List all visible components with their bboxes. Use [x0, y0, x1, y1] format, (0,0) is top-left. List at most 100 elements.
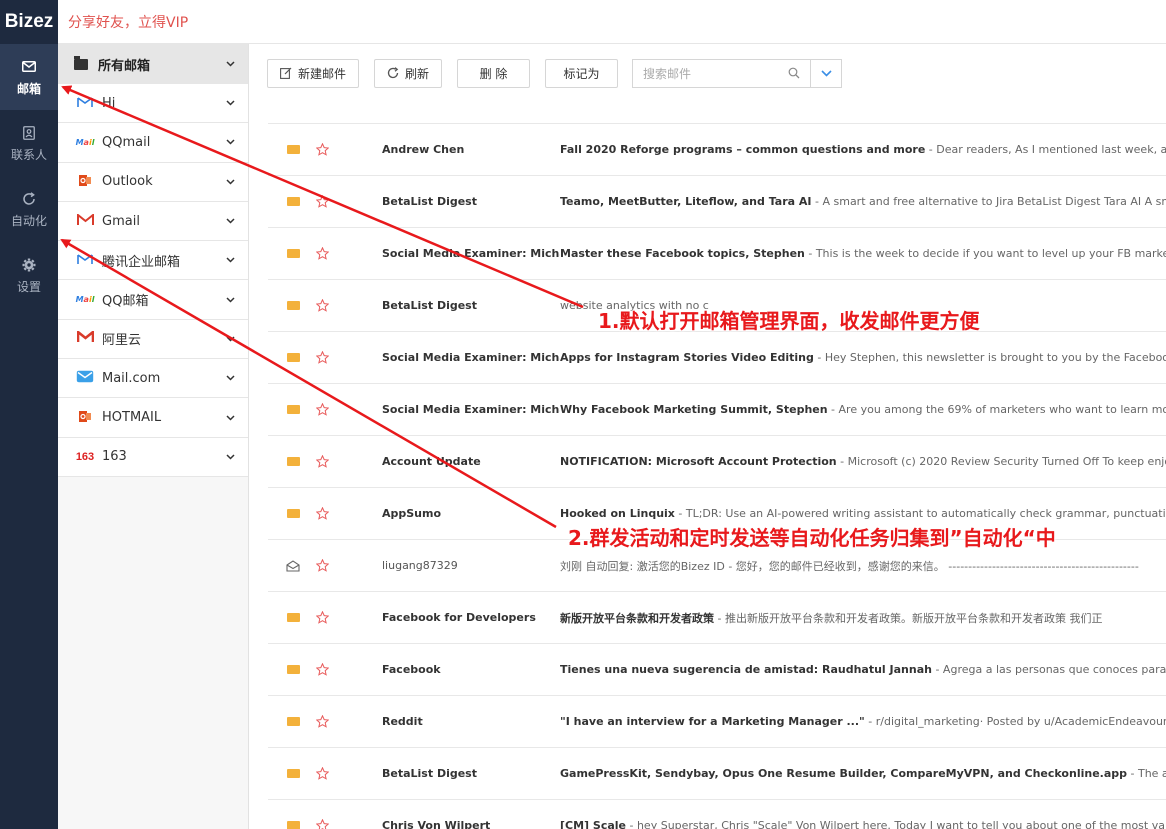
contacts-icon [23, 124, 35, 142]
mailbox-item[interactable]: Outlook [58, 162, 248, 202]
read-status[interactable] [268, 197, 316, 206]
email-preview: - Agrega a las personas que conoces para… [935, 663, 1166, 676]
mailbox-item[interactable]: Mail.com [58, 359, 248, 399]
read-status[interactable] [268, 145, 316, 154]
email-preview: - r/digital_marketing· Posted by u/Acade… [864, 715, 1166, 728]
search-input[interactable]: 搜索邮件 [632, 58, 811, 88]
star-icon[interactable] [316, 715, 340, 728]
mailbox-item[interactable]: 腾讯企业邮箱 [58, 241, 248, 281]
star-icon[interactable] [316, 819, 340, 829]
nav-item-label: 邮箱 [16, 81, 41, 96]
mailbox-item[interactable]: Mail QQ邮箱 [58, 280, 248, 320]
chevron-down-icon[interactable] [224, 414, 236, 421]
chevron-down-icon[interactable] [224, 336, 236, 342]
gmail-logo-icon [74, 212, 96, 229]
email-row[interactable]: Facebook for Developers 新版开放平台条款和开发者政策 - … [268, 592, 1166, 644]
read-status[interactable] [268, 301, 316, 310]
email-sender: Reddit [382, 715, 423, 728]
annotation-callout-1: 1.默认打开邮箱管理界面，收发邮件更方便 [598, 309, 980, 333]
mark-as-button[interactable]: 标记为 [545, 58, 619, 88]
chevron-down-icon[interactable] [224, 100, 236, 106]
nav-item-contacts[interactable]: 联系人 [0, 110, 58, 176]
read-status[interactable] [268, 353, 316, 362]
email-subject-preview: Apps for Instagram Stories Video Editing… [560, 351, 1166, 364]
mail-toolbar: 新建邮件 刷新 删 除 标记为 搜索邮件 [249, 44, 1166, 102]
read-status[interactable] [268, 457, 316, 466]
read-status[interactable] [268, 821, 316, 829]
read-status[interactable] [268, 405, 316, 414]
share-promo-link[interactable]: 分享好友，立得VIP [68, 12, 188, 32]
envelope-icon [286, 613, 300, 622]
star-icon[interactable] [316, 299, 340, 312]
read-status[interactable] [268, 665, 316, 674]
email-row[interactable]: Social Media Examiner: Michael St...Why … [268, 384, 1166, 436]
email-row[interactable]: Andrew Chen Fall 2020 Reforge programs – … [268, 124, 1166, 176]
email-preview: - Microsoft (c) 2020 Review Security Tur… [836, 455, 1166, 468]
star-icon[interactable] [316, 351, 340, 364]
brand-logo[interactable]: Bizez [0, 0, 58, 44]
chevron-down-icon[interactable] [224, 257, 236, 263]
chevron-down-icon[interactable] [224, 61, 236, 67]
mailbox-item[interactable]: Hi [58, 84, 248, 124]
nav-item-automation[interactable]: 自动化 [0, 176, 58, 242]
list-top-spacer [268, 102, 1166, 124]
email-row[interactable]: Account Update NOTIFICATION: Microsoft Ac… [268, 436, 1166, 488]
star-icon[interactable] [316, 455, 340, 468]
email-row[interactable]: BetaList Digest GamePressKit, Sendybay, O… [268, 748, 1166, 800]
star-icon[interactable] [316, 611, 340, 624]
read-status[interactable] [268, 613, 316, 622]
email-subject: Why Facebook Marketing Summit, Stephen [560, 403, 828, 416]
email-row[interactable]: Reddit "I have an interview for a Marketi… [268, 696, 1166, 748]
compose-button[interactable]: 新建邮件 [267, 58, 360, 88]
chevron-down-icon[interactable] [224, 179, 236, 185]
read-status[interactable] [268, 717, 316, 726]
mailbox-item-label: 163 [102, 449, 127, 465]
star-icon[interactable] [316, 559, 340, 572]
refresh-button[interactable]: 刷新 [374, 58, 443, 88]
read-status[interactable] [268, 559, 316, 572]
star-icon[interactable] [316, 247, 340, 260]
chevron-down-icon[interactable] [224, 375, 236, 381]
read-status[interactable] [268, 509, 316, 518]
star-icon[interactable] [316, 143, 340, 156]
chevron-down-icon[interactable] [224, 139, 236, 145]
chevron-down-icon[interactable] [224, 218, 236, 224]
envelope-icon [286, 249, 300, 258]
outlook-logo-icon [74, 174, 96, 190]
email-sender: Andrew Chen [382, 143, 465, 156]
nav-item-settings[interactable]: 设置 [0, 242, 58, 308]
nav-item-mail[interactable]: 邮箱 [0, 44, 58, 110]
email-preview: - hey Superstar, Chris "Scale" Von Wilpe… [626, 819, 1166, 829]
email-row[interactable]: Chris Von Wilpert [CM] Scale - hey Supers… [268, 800, 1166, 829]
email-sender: liugang87329 [382, 559, 458, 572]
chevron-down-icon[interactable] [224, 297, 236, 303]
star-icon[interactable] [316, 195, 340, 208]
email-row[interactable]: BetaList Digest Teamo, MeetButter, Litefl… [268, 176, 1166, 228]
main-nav: 邮箱 联系人 自动化 设置 [0, 44, 58, 829]
email-row[interactable]: Facebook Tienes una nueva sugerencia de a… [268, 644, 1166, 696]
mailbox-item[interactable]: 阿里云 [58, 319, 248, 360]
star-icon[interactable] [316, 403, 340, 416]
chevron-down-icon[interactable] [224, 454, 236, 460]
email-row[interactable]: Social Media Examiner: Michael St...Apps… [268, 332, 1166, 384]
nav-item-label: 设置 [16, 279, 41, 294]
star-icon[interactable] [316, 767, 340, 780]
nav-item-label: 联系人 [10, 147, 47, 162]
star-icon[interactable] [316, 507, 340, 520]
mailbox-item[interactable]: Mail QQmail [58, 123, 248, 163]
search-icon[interactable] [788, 67, 800, 79]
mailbox-all[interactable]: 所有邮箱 [58, 44, 248, 84]
envelope-icon [286, 353, 300, 362]
read-status[interactable] [268, 249, 316, 258]
mailbox-item[interactable]: 163 163 [58, 437, 248, 477]
email-row[interactable]: Social Media Examiner: Michael St...Mast… [268, 228, 1166, 280]
search-options-dropdown[interactable] [810, 58, 843, 88]
read-status[interactable] [268, 769, 316, 778]
star-icon[interactable] [316, 663, 340, 676]
delete-button[interactable]: 删 除 [457, 58, 531, 88]
mailbox-item[interactable]: HOTMAIL [58, 398, 248, 438]
mark-as-label: 标记为 [563, 66, 600, 81]
email-sender: Facebook [382, 663, 441, 676]
email-subject-preview: GamePressKit, Sendybay, Opus One Resume … [560, 767, 1166, 780]
mailbox-item[interactable]: Gmail [58, 201, 248, 242]
